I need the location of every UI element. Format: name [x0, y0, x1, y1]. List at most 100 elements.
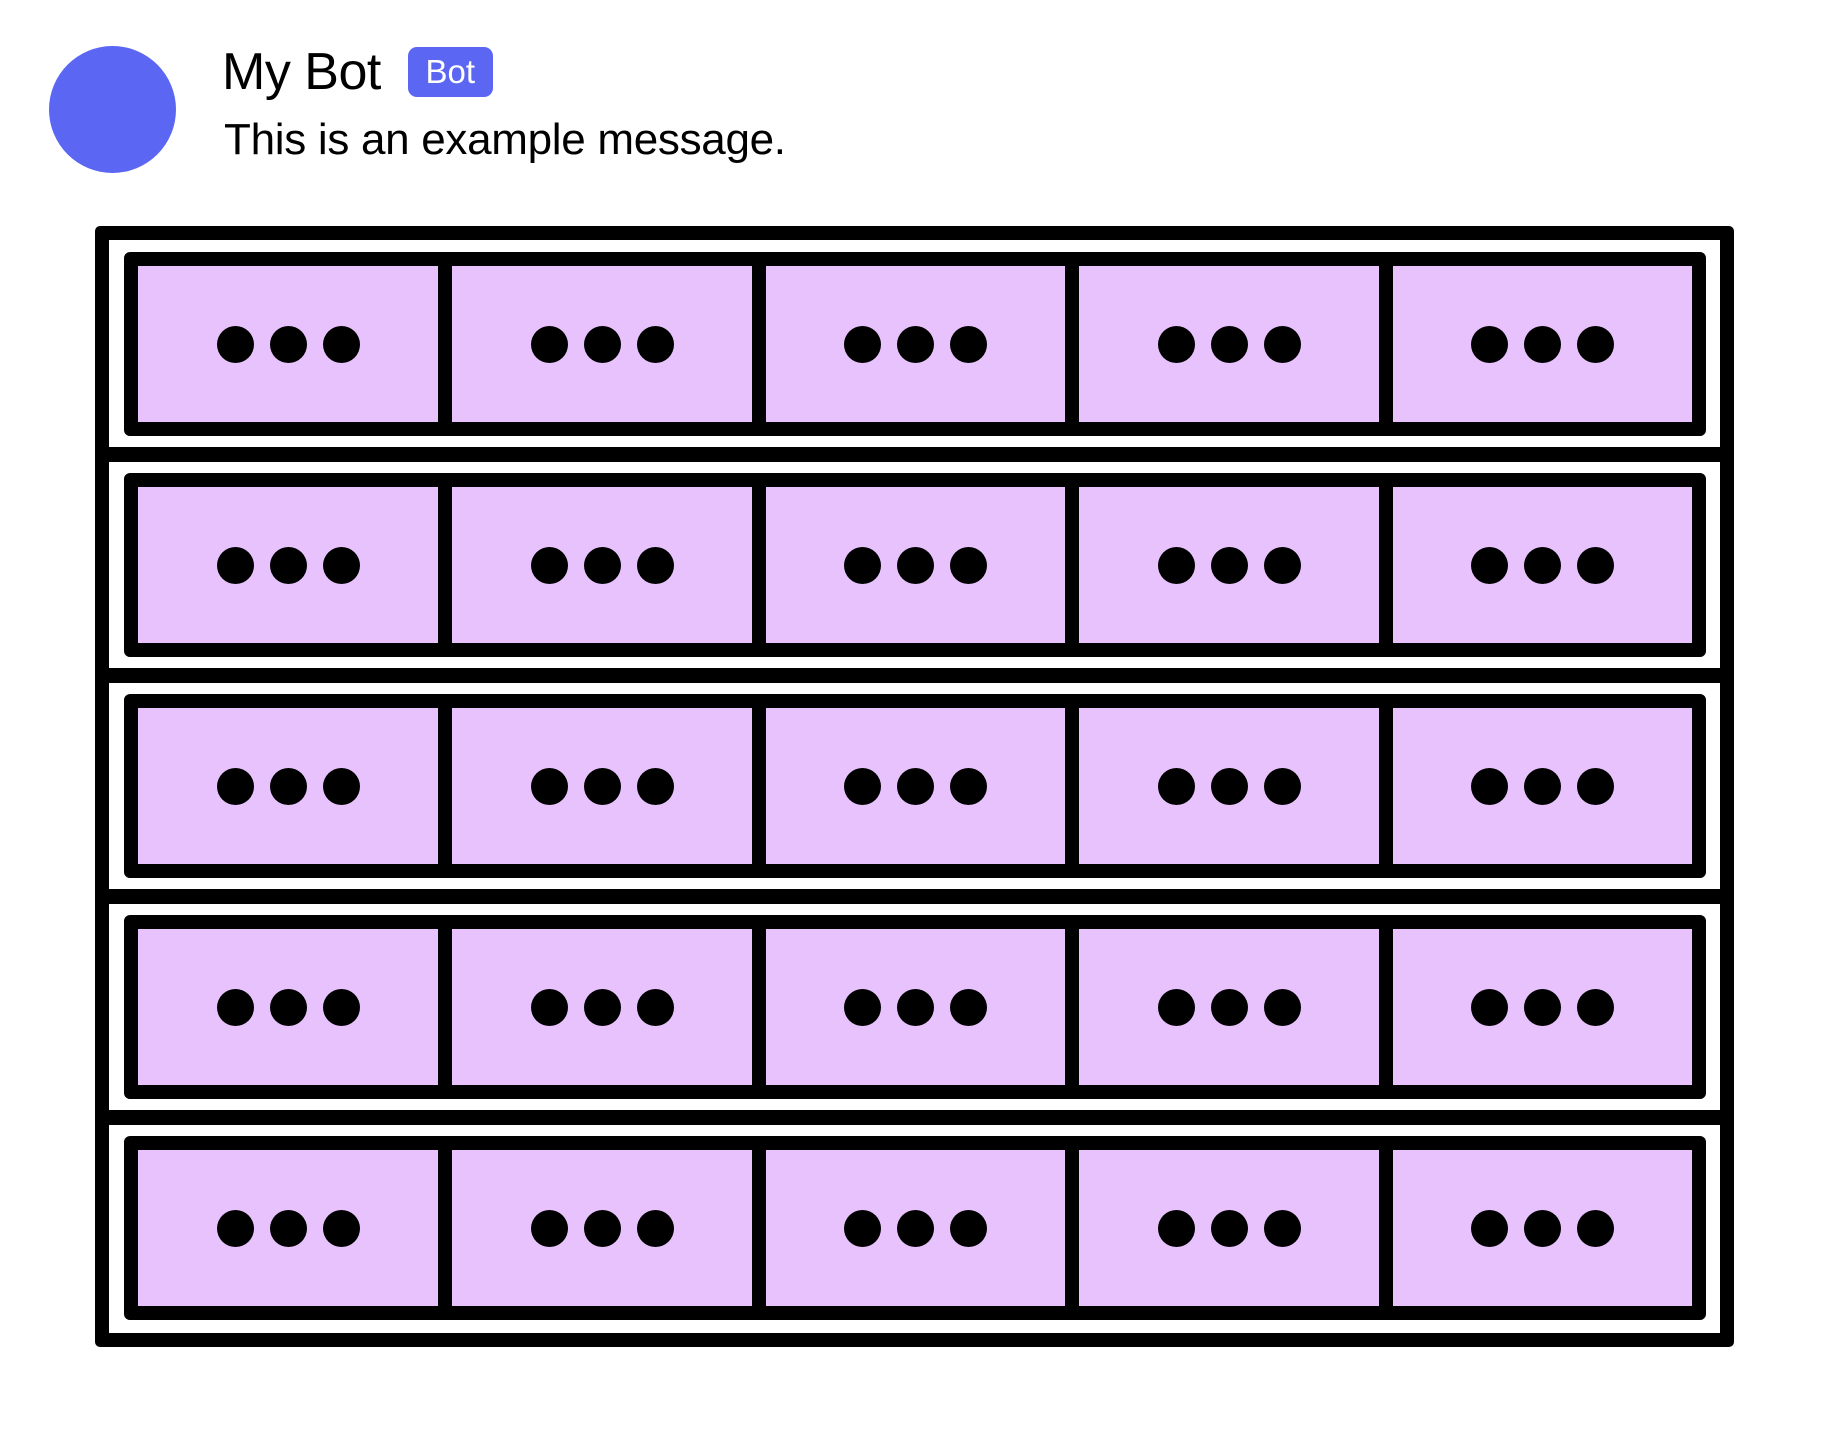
ellipsis-dot — [1577, 767, 1614, 805]
ellipsis-icon — [844, 325, 987, 363]
component-button[interactable] — [1393, 266, 1692, 422]
component-button[interactable] — [138, 266, 438, 422]
ellipsis-dot — [897, 325, 934, 363]
component-button[interactable] — [1079, 708, 1379, 864]
ellipsis-dot — [530, 988, 568, 1026]
ellipsis-dot — [1524, 767, 1561, 805]
component-button[interactable] — [766, 487, 1065, 643]
ellipsis-dot — [636, 767, 674, 805]
bot-avatar[interactable] — [49, 46, 176, 173]
ellipsis-dot — [636, 325, 674, 363]
ellipsis-icon — [1471, 546, 1614, 584]
ellipsis-dot — [1263, 988, 1301, 1026]
ellipsis-dot — [636, 988, 674, 1026]
ellipsis-icon — [1471, 767, 1614, 805]
ellipsis-dot — [269, 325, 307, 363]
ellipsis-icon — [1157, 546, 1301, 584]
component-button[interactable] — [766, 929, 1065, 1085]
component-button[interactable] — [138, 487, 438, 643]
ellipsis-dot — [1263, 546, 1301, 584]
ellipsis-icon — [844, 767, 987, 805]
ellipsis-dot — [269, 767, 307, 805]
bot-badge: Bot — [407, 47, 493, 97]
component-button[interactable] — [1393, 1150, 1692, 1306]
ellipsis-icon — [530, 1209, 674, 1247]
ellipsis-dot — [1471, 546, 1508, 584]
ellipsis-icon — [1157, 325, 1301, 363]
component-button[interactable] — [138, 708, 438, 864]
ellipsis-dot — [636, 546, 674, 584]
ellipsis-dot — [1263, 325, 1301, 363]
component-button[interactable] — [1393, 708, 1692, 864]
ellipsis-dot — [1157, 546, 1195, 584]
ellipsis-icon — [1471, 1209, 1614, 1247]
action-row — [124, 252, 1706, 436]
ellipsis-dot — [844, 1209, 881, 1247]
ellipsis-dot — [1577, 546, 1614, 584]
row-separator — [109, 1110, 1720, 1125]
row-separator — [109, 889, 1720, 904]
ellipsis-dot — [1263, 1209, 1301, 1247]
component-button[interactable] — [138, 929, 438, 1085]
ellipsis-dot — [1263, 767, 1301, 805]
component-button[interactable] — [452, 266, 752, 422]
row-separator — [109, 668, 1720, 683]
ellipsis-dot — [897, 767, 934, 805]
component-button[interactable] — [452, 487, 752, 643]
ellipsis-dot — [1471, 988, 1508, 1026]
component-button[interactable] — [452, 708, 752, 864]
ellipsis-dot — [950, 325, 987, 363]
row-separator — [109, 447, 1720, 462]
component-button[interactable] — [766, 708, 1065, 864]
ellipsis-dot — [583, 546, 621, 584]
ellipsis-dot — [583, 767, 621, 805]
ellipsis-dot — [1524, 546, 1561, 584]
ellipsis-icon — [1157, 988, 1301, 1026]
ellipsis-dot — [322, 988, 360, 1026]
ellipsis-dot — [950, 1209, 987, 1247]
ellipsis-dot — [530, 767, 568, 805]
ellipsis-dot — [583, 325, 621, 363]
ellipsis-dot — [583, 988, 621, 1026]
ellipsis-dot — [269, 546, 307, 584]
ellipsis-dot — [897, 1209, 934, 1247]
ellipsis-dot — [1210, 988, 1248, 1026]
ellipsis-dot — [269, 1209, 307, 1247]
ellipsis-dot — [1210, 325, 1248, 363]
ellipsis-dot — [216, 546, 254, 584]
component-button[interactable] — [1079, 1150, 1379, 1306]
action-row — [124, 915, 1706, 1099]
ellipsis-dot — [530, 325, 568, 363]
author-name[interactable]: My Bot — [222, 40, 381, 104]
ellipsis-dot — [844, 325, 881, 363]
component-button[interactable] — [452, 929, 752, 1085]
component-button[interactable] — [138, 1150, 438, 1306]
message-content: This is an example message. — [224, 115, 786, 164]
ellipsis-icon — [216, 325, 360, 363]
ellipsis-icon — [1471, 988, 1614, 1026]
ellipsis-dot — [950, 767, 987, 805]
ellipsis-dot — [1524, 988, 1561, 1026]
ellipsis-icon — [216, 988, 360, 1026]
ellipsis-dot — [1210, 546, 1248, 584]
component-button[interactable] — [1079, 266, 1379, 422]
component-button[interactable] — [1079, 929, 1379, 1085]
ellipsis-dot — [1157, 767, 1195, 805]
component-button[interactable] — [452, 1150, 752, 1306]
ellipsis-icon — [530, 767, 674, 805]
ellipsis-dot — [216, 325, 254, 363]
ellipsis-dot — [1210, 1209, 1248, 1247]
ellipsis-icon — [844, 1209, 987, 1247]
action-row — [124, 694, 1706, 878]
ellipsis-icon — [1157, 767, 1301, 805]
action-row — [124, 473, 1706, 657]
component-button[interactable] — [1079, 487, 1379, 643]
ellipsis-dot — [1577, 325, 1614, 363]
component-button[interactable] — [1393, 487, 1692, 643]
component-button[interactable] — [766, 266, 1065, 422]
ellipsis-dot — [950, 988, 987, 1026]
ellipsis-dot — [1471, 767, 1508, 805]
component-button[interactable] — [766, 1150, 1065, 1306]
ellipsis-icon — [530, 546, 674, 584]
component-button[interactable] — [1393, 929, 1692, 1085]
